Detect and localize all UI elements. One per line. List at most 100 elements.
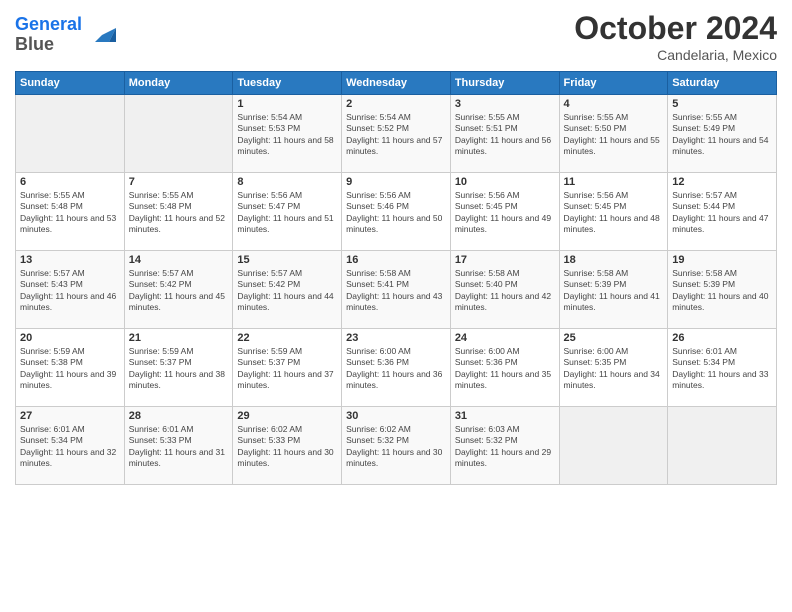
calendar-cell (16, 95, 125, 173)
calendar-cell: 2Sunrise: 5:54 AMSunset: 5:52 PMDaylight… (342, 95, 451, 173)
day-number: 19 (672, 254, 772, 266)
weekday-header-row: SundayMondayTuesdayWednesdayThursdayFrid… (16, 72, 777, 95)
calendar-cell: 13Sunrise: 5:57 AMSunset: 5:43 PMDayligh… (16, 251, 125, 329)
calendar-cell: 29 Sunrise: 6:02 AMSunset: 5:33 PMDayligh… (233, 407, 342, 485)
calendar-cell: 23Sunrise: 6:00 AMSunset: 5:36 PMDayligh… (342, 329, 451, 407)
calendar-cell: 18 Sunrise: 5:58 AMSunset: 5:39 PMDayligh… (559, 251, 668, 329)
day-info: Sunrise: 5:59 AMSunset: 5:37 PMDaylight:… (237, 346, 337, 392)
calendar-week-4: 20 Sunrise: 5:59 AMSunset: 5:38 PMDayligh… (16, 329, 777, 407)
day-info: Sunrise: 6:01 AMSunset: 5:34 PMDaylight:… (20, 424, 120, 470)
day-number: 5 (672, 98, 772, 110)
calendar-cell: 4Sunrise: 5:55 AMSunset: 5:50 PMDaylight… (559, 95, 668, 173)
day-info: Sunrise: 5:59 AMSunset: 5:38 PMDaylight:… (20, 346, 120, 392)
day-info: Sunrise: 6:02 AMSunset: 5:32 PMDaylight:… (346, 424, 446, 470)
day-number: 9 (346, 176, 446, 188)
day-number: 21 (129, 332, 229, 344)
day-info: Sunrise: 5:55 AMSunset: 5:51 PMDaylight:… (455, 112, 555, 158)
day-info: Sunrise: 5:58 AMSunset: 5:40 PMDaylight:… (455, 268, 555, 314)
logo-icon (88, 21, 116, 49)
calendar-week-2: 6Sunrise: 5:55 AMSunset: 5:48 PMDaylight… (16, 173, 777, 251)
day-info: Sunrise: 5:54 AMSunset: 5:53 PMDaylight:… (237, 112, 337, 158)
calendar-cell (124, 95, 233, 173)
day-number: 29 (237, 410, 337, 422)
day-info: Sunrise: 6:02 AMSunset: 5:33 PMDaylight:… (237, 424, 337, 470)
calendar-cell: 20 Sunrise: 5:59 AMSunset: 5:38 PMDayligh… (16, 329, 125, 407)
day-number: 26 (672, 332, 772, 344)
day-info: Sunrise: 6:00 AMSunset: 5:36 PMDaylight:… (346, 346, 446, 392)
day-info: Sunrise: 6:03 AMSunset: 5:32 PMDaylight:… (455, 424, 555, 470)
day-info: Sunrise: 5:58 AMSunset: 5:39 PMDaylight:… (672, 268, 772, 314)
day-number: 27 (20, 410, 120, 422)
day-info: Sunrise: 5:57 AMSunset: 5:43 PMDaylight:… (20, 268, 120, 314)
header: GeneralBlue October 2024 Candelaria, Mex… (15, 10, 777, 63)
calendar-cell: 24 Sunrise: 6:00 AMSunset: 5:36 PMDayligh… (450, 329, 559, 407)
calendar-cell: 19 Sunrise: 5:58 AMSunset: 5:39 PMDayligh… (668, 251, 777, 329)
weekday-header-friday: Friday (559, 72, 668, 95)
day-info: Sunrise: 5:58 AMSunset: 5:39 PMDaylight:… (564, 268, 664, 314)
day-info: Sunrise: 5:55 AMSunset: 5:50 PMDaylight:… (564, 112, 664, 158)
page-container: GeneralBlue October 2024 Candelaria, Mex… (0, 0, 792, 495)
calendar-cell: 14 Sunrise: 5:57 AMSunset: 5:42 PMDayligh… (124, 251, 233, 329)
calendar-cell: 16 Sunrise: 5:58 AMSunset: 5:41 PMDayligh… (342, 251, 451, 329)
calendar-week-5: 27 Sunrise: 6:01 AMSunset: 5:34 PMDayligh… (16, 407, 777, 485)
calendar-table: SundayMondayTuesdayWednesdayThursdayFrid… (15, 71, 777, 485)
day-number: 17 (455, 254, 555, 266)
calendar-cell: 6Sunrise: 5:55 AMSunset: 5:48 PMDaylight… (16, 173, 125, 251)
day-number: 14 (129, 254, 229, 266)
day-number: 11 (564, 176, 664, 188)
calendar-cell: 11Sunrise: 5:56 AMSunset: 5:45 PMDayligh… (559, 173, 668, 251)
day-info: Sunrise: 5:56 AMSunset: 5:45 PMDaylight:… (455, 190, 555, 236)
calendar-cell: 26 Sunrise: 6:01 AMSunset: 5:34 PMDayligh… (668, 329, 777, 407)
day-number: 25 (564, 332, 664, 344)
day-number: 12 (672, 176, 772, 188)
day-number: 31 (455, 410, 555, 422)
logo-text: GeneralBlue (15, 15, 82, 55)
calendar-cell: 22 Sunrise: 5:59 AMSunset: 5:37 PMDayligh… (233, 329, 342, 407)
day-info: Sunrise: 5:57 AMSunset: 5:44 PMDaylight:… (672, 190, 772, 236)
calendar-week-3: 13Sunrise: 5:57 AMSunset: 5:43 PMDayligh… (16, 251, 777, 329)
calendar-cell: 21Sunrise: 5:59 AMSunset: 5:37 PMDayligh… (124, 329, 233, 407)
calendar-cell: 28 Sunrise: 6:01 AMSunset: 5:33 PMDayligh… (124, 407, 233, 485)
day-number: 7 (129, 176, 229, 188)
day-info: Sunrise: 6:01 AMSunset: 5:33 PMDaylight:… (129, 424, 229, 470)
calendar-cell (668, 407, 777, 485)
logo: GeneralBlue (15, 15, 116, 55)
day-info: Sunrise: 6:00 AMSunset: 5:36 PMDaylight:… (455, 346, 555, 392)
day-info: Sunrise: 5:55 AMSunset: 5:48 PMDaylight:… (20, 190, 120, 236)
calendar-cell: 9 Sunrise: 5:56 AMSunset: 5:46 PMDaylight… (342, 173, 451, 251)
day-info: Sunrise: 5:55 AMSunset: 5:49 PMDaylight:… (672, 112, 772, 158)
calendar-cell: 10 Sunrise: 5:56 AMSunset: 5:45 PMDayligh… (450, 173, 559, 251)
day-info: Sunrise: 5:57 AMSunset: 5:42 PMDaylight:… (129, 268, 229, 314)
day-info: Sunrise: 6:00 AMSunset: 5:35 PMDaylight:… (564, 346, 664, 392)
weekday-header-wednesday: Wednesday (342, 72, 451, 95)
calendar-cell: 17 Sunrise: 5:58 AMSunset: 5:40 PMDayligh… (450, 251, 559, 329)
day-number: 30 (346, 410, 446, 422)
calendar-cell: 12 Sunrise: 5:57 AMSunset: 5:44 PMDayligh… (668, 173, 777, 251)
day-number: 24 (455, 332, 555, 344)
day-number: 28 (129, 410, 229, 422)
calendar-cell: 5 Sunrise: 5:55 AMSunset: 5:49 PMDaylight… (668, 95, 777, 173)
day-number: 2 (346, 98, 446, 110)
day-info: Sunrise: 5:58 AMSunset: 5:41 PMDaylight:… (346, 268, 446, 314)
day-number: 15 (237, 254, 337, 266)
day-number: 22 (237, 332, 337, 344)
day-info: Sunrise: 6:01 AMSunset: 5:34 PMDaylight:… (672, 346, 772, 392)
day-number: 16 (346, 254, 446, 266)
day-number: 1 (237, 98, 337, 110)
weekday-header-sunday: Sunday (16, 72, 125, 95)
day-info: Sunrise: 5:55 AMSunset: 5:48 PMDaylight:… (129, 190, 229, 236)
day-number: 3 (455, 98, 555, 110)
calendar-cell: 1 Sunrise: 5:54 AMSunset: 5:53 PMDaylight… (233, 95, 342, 173)
weekday-header-tuesday: Tuesday (233, 72, 342, 95)
month-title: October 2024 (574, 10, 777, 47)
calendar-cell: 15 Sunrise: 5:57 AMSunset: 5:42 PMDayligh… (233, 251, 342, 329)
day-number: 18 (564, 254, 664, 266)
calendar-cell: 8Sunrise: 5:56 AMSunset: 5:47 PMDaylight… (233, 173, 342, 251)
title-area: October 2024 Candelaria, Mexico (574, 10, 777, 63)
day-number: 20 (20, 332, 120, 344)
day-number: 10 (455, 176, 555, 188)
day-info: Sunrise: 5:56 AMSunset: 5:46 PMDaylight:… (346, 190, 446, 236)
calendar-cell: 31 Sunrise: 6:03 AMSunset: 5:32 PMDayligh… (450, 407, 559, 485)
day-info: Sunrise: 5:57 AMSunset: 5:42 PMDaylight:… (237, 268, 337, 314)
calendar-cell: 27 Sunrise: 6:01 AMSunset: 5:34 PMDayligh… (16, 407, 125, 485)
